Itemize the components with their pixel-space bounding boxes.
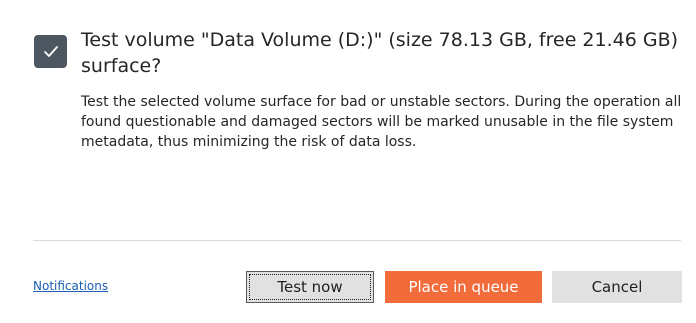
notifications-link[interactable]: Notifications — [33, 279, 108, 293]
place-in-queue-button[interactable]: Place in queue — [385, 271, 542, 303]
dialog-description: Test the selected volume surface for bad… — [81, 94, 682, 150]
cancel-button[interactable]: Cancel — [552, 271, 682, 303]
divider — [33, 240, 681, 241]
confirm-dialog: Test volume "Data Volume (D:)" (size 78.… — [0, 0, 696, 323]
checkmark-icon — [34, 35, 67, 68]
test-now-button[interactable]: Test now — [246, 271, 374, 303]
dialog-title: Test volume "Data Volume (D:)" (size 78.… — [81, 29, 679, 77]
